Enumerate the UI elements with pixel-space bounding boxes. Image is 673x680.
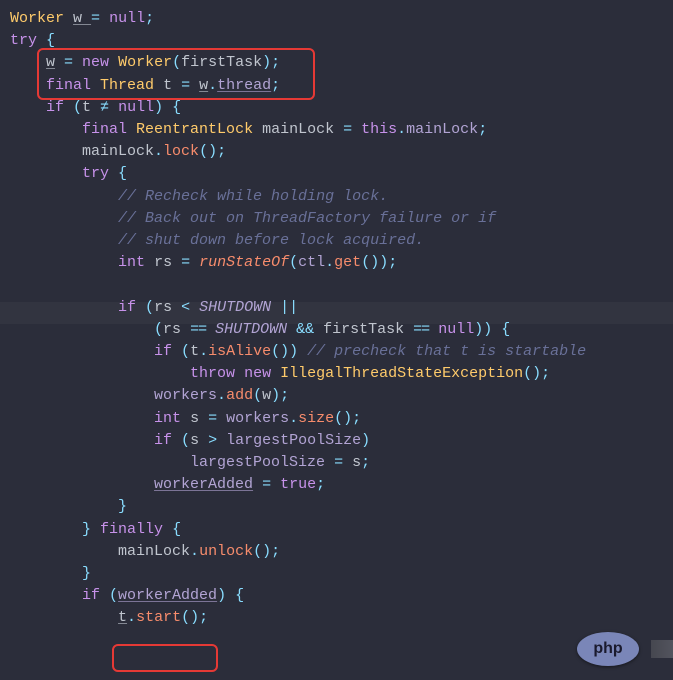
code-block: Worker w = null; try { w = new Worker(fi… [0, 0, 673, 642]
highlight-box-bottom [112, 644, 218, 672]
var-token: w [73, 10, 91, 27]
watermark-stripe [651, 640, 673, 658]
php-logo-text: php [593, 640, 622, 658]
type-token: Worker [10, 10, 64, 27]
php-logo-badge: php [577, 632, 639, 666]
